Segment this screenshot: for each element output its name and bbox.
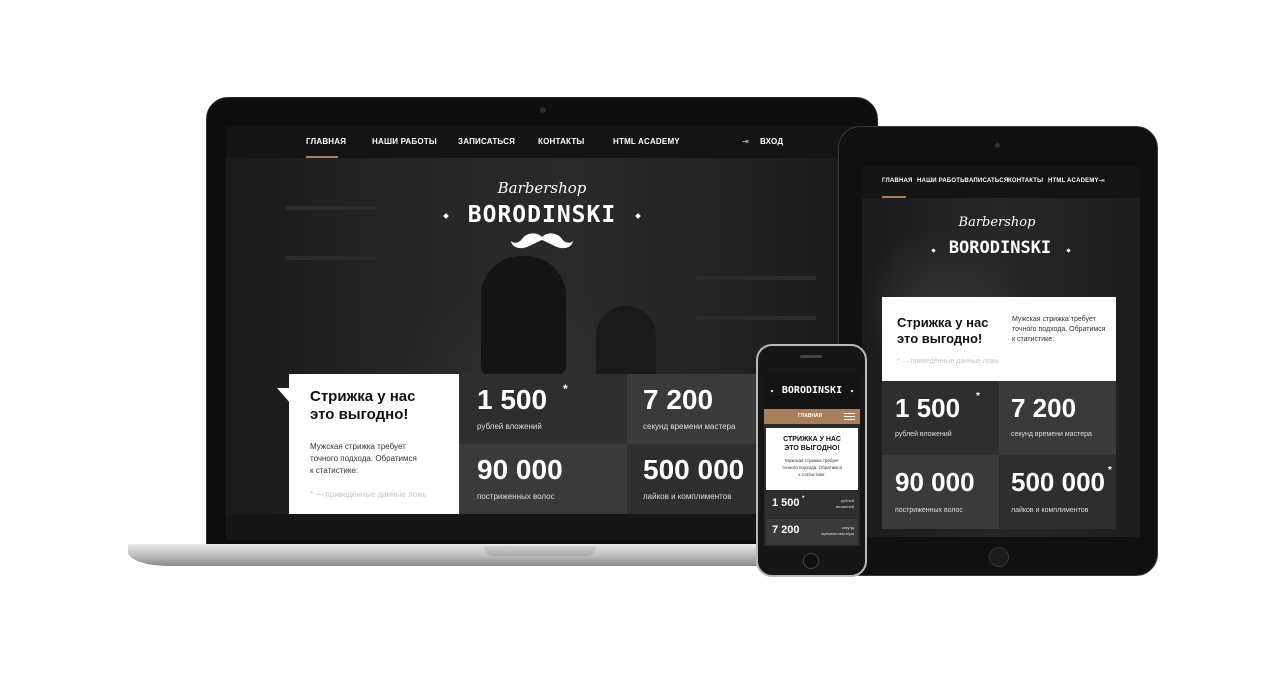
promo-card: Стрижка у нас это выгодно! Мужская стриж… (882, 297, 1116, 381)
promo-note: * — приведённые данные ложь (897, 358, 1000, 365)
promo-text-line2: точного подхода. Обратимся (781, 465, 843, 470)
stat-cell: 90 000 постриженных волос (882, 455, 999, 529)
nav-active-indicator (306, 156, 338, 158)
stat-label: секунд времени мастера (643, 422, 736, 431)
promo-title-line2: это выгодно! (897, 331, 983, 346)
logo-name: BORODINSKI (781, 385, 843, 396)
stat-value: 1 500 (895, 393, 961, 423)
login-icon[interactable]: ⇥ (742, 137, 749, 146)
stat-cell: 1 500 * рублей вложений (882, 381, 999, 455)
stat-label: рублей вложений (477, 422, 542, 431)
phone-nav-label[interactable]: ГЛАВНАЯ (798, 413, 822, 419)
stat-value: 7 200 (772, 524, 800, 536)
login-icon[interactable]: ⇥ (1098, 176, 1105, 185)
stat-label: рублей вложений (895, 431, 952, 438)
nav-works[interactable]: НАШИ РАБОТЫ (917, 178, 966, 184)
bg-shelf (286, 206, 376, 210)
stat-value: 500 000 (1011, 467, 1105, 497)
nav-contacts[interactable]: КОНТАКТЫ (1008, 178, 1043, 184)
nav-home[interactable]: ГЛАВНАЯ (882, 178, 913, 184)
promo-card-flag (277, 388, 291, 404)
stat-cell: 500 000 * лайков и комплиментов (999, 455, 1116, 529)
promo-text-line2: точного подхода. Обратимся (1012, 326, 1106, 333)
tablet-navigation: ГЛАВНАЯ НАШИ РАБОТЫ ЗАПИСАТЬСЯ КОНТАКТЫ … (862, 166, 1140, 198)
promo-title-line1: Стрижка у нас (897, 315, 989, 330)
promo-text-line1: Мужская стрижка требует (785, 458, 839, 463)
nav-login[interactable]: ВХОД (760, 137, 783, 146)
laptop-camera (540, 107, 546, 113)
promo-text-line3: к статистике: (798, 472, 826, 477)
hamburger-menu-icon[interactable] (844, 413, 855, 420)
bg-shelf (696, 316, 816, 320)
stat-cell: 1 500 * рублей вложений (459, 374, 627, 444)
stat-value: 90 000 (477, 454, 563, 485)
nav-active-indicator (882, 196, 906, 198)
logo-script: Barbershop (958, 215, 1036, 230)
nav-home[interactable]: ГЛАВНАЯ (306, 137, 346, 146)
phone-speaker (800, 355, 822, 358)
stat-label: лайков и комплиментов (643, 492, 732, 501)
logo-name: BORODINSKI (467, 202, 617, 228)
laptop-opening-notch (484, 546, 596, 556)
nav-signup[interactable]: ЗАПИСАТЬСЯ (965, 178, 1008, 184)
stat-value: 500 000 (643, 454, 745, 485)
stat-star: * (976, 391, 980, 402)
stat-label: постриженных волос (477, 492, 555, 501)
stat-label: постриженных волос (895, 507, 963, 514)
promo-note: * — приведённые данные ложь (310, 490, 427, 499)
promo-title-line2: это выгодно! (310, 406, 409, 423)
bg-shelf (696, 276, 816, 280)
bg-barber-chair (481, 256, 566, 376)
promo-text-line2: точного подхода. Обратимся (310, 454, 417, 463)
stat-cell: 1 500 * рублей вложений (766, 492, 858, 518)
tablet-camera (995, 143, 1000, 148)
stat-cell: 90 000 постриженных волос (459, 444, 627, 514)
logo-name: BORODINSKI (948, 238, 1052, 258)
phone-home-button[interactable] (803, 553, 819, 569)
top-navigation: ГЛАВНАЯ НАШИ РАБОТЫ ЗАПИСАТЬСЯ КОНТАКТЫ … (226, 126, 858, 158)
stat-value: 90 000 (895, 467, 975, 497)
promo-text-line1: Мужская стрижка требует (310, 442, 406, 451)
promo-text-line3: к статистике: (310, 466, 359, 475)
promo-card: СТРИЖКА У НАС ЭТО ВЫГОДНО! Мужская стриж… (766, 428, 858, 490)
stat-label: секунд времени мастера (1011, 431, 1092, 438)
mustache-icon (511, 233, 573, 249)
promo-text-line3: к статистике: (1012, 336, 1055, 343)
nav-academy[interactable]: HTML ACADEMY (613, 137, 680, 146)
tablet-screen: ГЛАВНАЯ НАШИ РАБОТЫ ЗАПИСАТЬСЯ КОНТАКТЫ … (862, 166, 1140, 537)
promo-title-line1: СТРИЖКА У НАС (783, 436, 841, 443)
stat-value: 1 500 (772, 497, 800, 509)
logo-script: Barbershop (497, 179, 587, 197)
stat-cell: 7 200 секунд времени мастера (999, 381, 1116, 455)
stat-label: лайков и комплиментов (1011, 507, 1089, 514)
stat-value: 1 500 (477, 384, 548, 415)
stat-value: 7 200 (1011, 393, 1077, 423)
promo-title-line2: ЭТО ВЫГОДНО! (784, 445, 840, 452)
promo-text-line1: Мужская стрижка требует (1012, 316, 1096, 323)
promo-card: Стрижка у нас это выгодно! Мужская стриж… (289, 374, 459, 514)
nav-academy[interactable]: HTML ACADEMY (1048, 178, 1099, 184)
stat-label-line2: времени мастера (821, 531, 854, 536)
phone-screen: BORODINSKI ГЛАВНАЯ СТРИЖКА У НАС ЭТО ВЫГ… (764, 371, 860, 546)
stat-star: * (802, 496, 805, 502)
phone-nav-bar: ГЛАВНАЯ (764, 409, 860, 424)
nav-works[interactable]: НАШИ РАБОТЫ (372, 137, 437, 146)
stat-label-line2: вложений (835, 504, 854, 509)
nav-contacts[interactable]: КОНТАКТЫ (538, 137, 584, 146)
stat-star: * (1108, 465, 1112, 476)
stat-cell: 7 200 секунд времени мастера (766, 519, 858, 545)
tablet-home-button[interactable] (989, 547, 1009, 567)
promo-title-line1: Стрижка у нас (310, 388, 416, 405)
nav-signup[interactable]: ЗАПИСАТЬСЯ (458, 137, 515, 146)
stat-value: 7 200 (643, 384, 714, 415)
stat-star: * (563, 382, 568, 396)
bg-shelf (286, 256, 376, 260)
